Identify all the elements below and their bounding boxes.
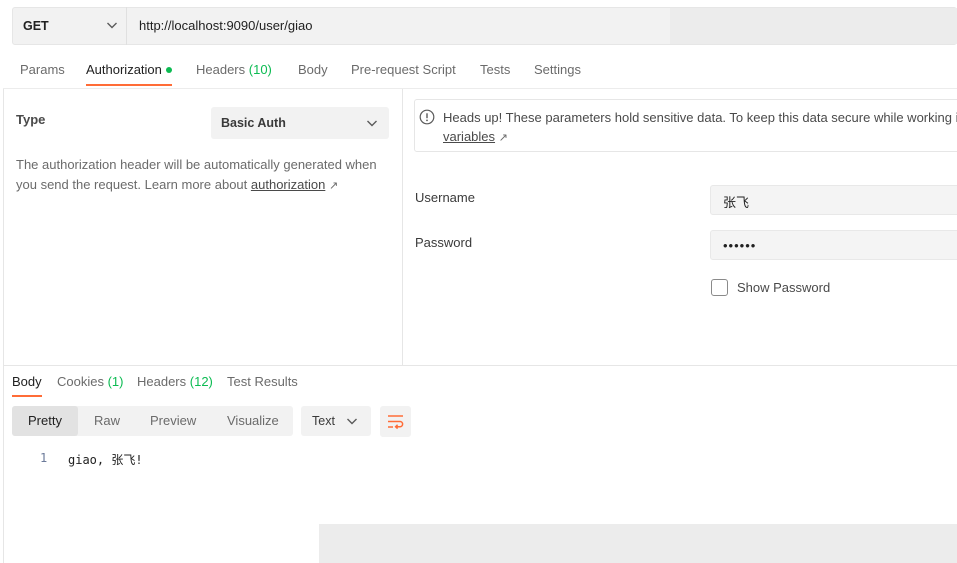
response-tab-cookies-label: Cookies <box>57 374 104 389</box>
response-divider <box>3 365 957 366</box>
view-mode-pretty[interactable]: Pretty <box>28 413 62 428</box>
tab-headers-label: Headers <box>196 62 246 77</box>
tab-params[interactable]: Params <box>20 62 65 77</box>
tab-headers-count: (10) <box>248 62 272 77</box>
chevron-down-icon[interactable] <box>364 115 380 131</box>
tabs-divider <box>3 88 957 89</box>
active-tab-underline <box>86 84 172 86</box>
response-tab-headers-count: (12) <box>189 374 213 389</box>
auth-description: The authorization header will be automat… <box>16 155 386 196</box>
chevron-down-icon[interactable] <box>104 17 120 33</box>
url-bar-overflow <box>670 8 957 44</box>
show-password-label[interactable]: Show Password <box>737 280 830 295</box>
bottom-panel <box>319 524 957 563</box>
tab-pre-request-script[interactable]: Pre-request Script <box>351 62 456 77</box>
authorization-link[interactable]: authorization <box>251 177 325 192</box>
tab-authorization[interactable]: Authorization <box>86 62 162 77</box>
tab-modified-indicator <box>166 67 172 73</box>
wrap-lines-icon <box>388 415 404 430</box>
view-mode-preview[interactable]: Preview <box>150 413 196 428</box>
password-label: Password <box>415 235 473 250</box>
tab-tests[interactable]: Tests <box>480 62 510 77</box>
view-mode-raw[interactable]: Raw <box>94 413 120 428</box>
panel-left-edge <box>3 89 4 563</box>
app-window: GET http://localhost:9090/user/giao Para… <box>0 0 957 563</box>
method-label: GET <box>23 19 49 33</box>
response-tab-headers[interactable]: Headers (12) <box>137 374 213 389</box>
format-value: Text <box>312 414 335 428</box>
line-number: 1 <box>40 451 48 465</box>
password-value: •••••• <box>723 238 757 253</box>
auth-type-value: Basic Auth <box>221 116 286 130</box>
tab-body[interactable]: Body <box>298 62 328 77</box>
url-input[interactable]: http://localhost:9090/user/giao <box>139 18 312 33</box>
show-password-checkbox[interactable] <box>711 279 728 296</box>
panel-divider <box>402 89 403 365</box>
username-value: 张飞 <box>723 195 750 210</box>
variables-link[interactable]: variables ↗ <box>443 129 508 144</box>
response-tab-test-results[interactable]: Test Results <box>227 374 298 389</box>
notice-text: Heads up! These parameters hold sensitiv… <box>443 110 957 125</box>
username-label: Username <box>415 190 475 205</box>
active-response-tab-underline <box>12 395 42 397</box>
tab-headers[interactable]: Headers (10) <box>196 62 272 77</box>
response-tab-headers-label: Headers <box>137 374 187 389</box>
response-body-text: giao, 张飞! <box>68 453 143 467</box>
auth-type-label: Type <box>16 112 46 127</box>
external-link-icon: ↗ <box>328 180 339 192</box>
chevron-down-icon[interactable] <box>344 413 360 429</box>
tab-settings[interactable]: Settings <box>534 62 581 77</box>
response-tab-cookies-count: (1) <box>107 374 124 389</box>
response-tab-body[interactable]: Body <box>12 374 42 389</box>
response-tab-cookies[interactable]: Cookies (1) <box>57 374 123 389</box>
sensitive-data-notice <box>414 99 957 152</box>
info-icon <box>419 109 435 125</box>
variables-link-label: variables <box>443 129 496 144</box>
external-link-icon: ↗ <box>498 132 508 144</box>
view-mode-visualize[interactable]: Visualize <box>227 413 279 428</box>
